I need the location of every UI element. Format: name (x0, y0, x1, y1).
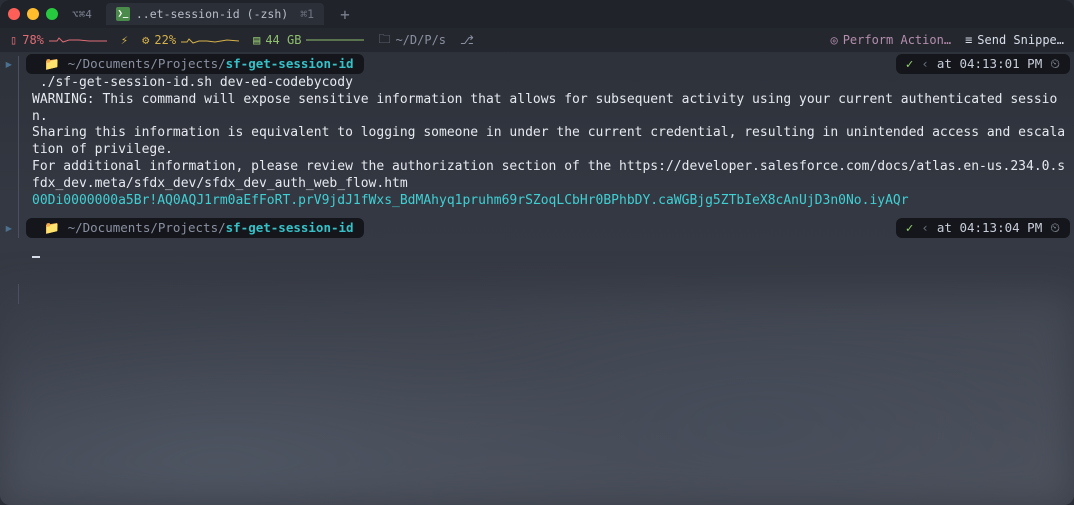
battery-icon: ▯ (10, 33, 17, 47)
battery-pct: 78% (22, 33, 44, 47)
prompt-row: ▸ 📁 ~/Documents/Projects/sf-get-session-… (4, 54, 1070, 75)
cpu-icon: ⚙ (142, 33, 149, 47)
terminal-line: ./sf-get-session-id.sh dev-ed-codebycody (4, 75, 1070, 92)
ram-sparkline-icon (306, 35, 364, 45)
folder-icon: 📁 (44, 56, 60, 72)
cpu-pct: 22% (154, 33, 176, 47)
command-text: ./sf-get-session-id.sh dev-ed-codebycody (40, 75, 353, 90)
clock-icon: ⏲ (1050, 56, 1060, 72)
ram-icon: ▤ (253, 33, 260, 47)
check-icon: ✓ (906, 56, 914, 72)
time-pill: ✓ ‹ at 04:13:04 PM ⏲ (896, 218, 1070, 238)
folder-icon: 📁 (44, 220, 60, 236)
perform-action-button[interactable]: ◎ Perform Action… (830, 33, 951, 47)
session-token: 00Di0000000a5Br!AQ0AQJ1rm0aEfFoRT.prV9jd… (4, 193, 1070, 210)
cpu-segment: ⚙ 22% (142, 33, 239, 47)
prompt-row: ▸ 📁 ~/Documents/Projects/sf-get-session-… (4, 218, 1070, 239)
perform-action-label: Perform Action… (843, 33, 951, 47)
caret-left-icon: ‹ (921, 220, 929, 236)
terminal-line: Sharing this information is equivalent t… (4, 125, 1070, 159)
git-branch-icon: ⎇ (460, 33, 474, 47)
prompt-pill: 📁 ~/Documents/Projects/sf-get-session-id (26, 218, 364, 238)
chevron-right-icon: ▸ (4, 218, 26, 239)
add-tab-button[interactable]: + (332, 5, 358, 24)
send-snippet-label: Send Snippe… (977, 33, 1064, 47)
tab-title: ..et-session-id (-zsh) (136, 7, 288, 21)
titlebar: ⌥⌘4 ❯_ ..et-session-id (-zsh) ⌘1 + (0, 0, 1074, 28)
minimize-icon[interactable] (27, 8, 39, 20)
background-image (0, 292, 1074, 505)
prompt-path-prefix: ~/Documents/Projects/ (68, 220, 226, 235)
prompt-time: 04:13:01 PM (959, 56, 1042, 71)
prompt-path-leaf: sf-get-session-id (226, 56, 354, 71)
battery-sparkline-icon (49, 35, 107, 45)
prompt-path-leaf: sf-get-session-id (226, 220, 354, 235)
bolt-icon: ⚡ (121, 33, 128, 47)
folder-icon: 🗀 (378, 30, 390, 51)
send-snippet-button[interactable]: ≡ Send Snippe… (965, 33, 1064, 47)
block-indent-bar (18, 56, 19, 238)
time-prefix: at (937, 220, 952, 235)
tab-session[interactable]: ❯_ ..et-session-id (-zsh) ⌘1 (106, 3, 324, 25)
target-icon: ◎ (830, 33, 837, 47)
tab-shortcut: ⌘1 (300, 7, 314, 21)
caret-left-icon: ‹ (921, 56, 929, 72)
zoom-icon[interactable] (46, 8, 58, 20)
traffic-lights (8, 8, 58, 20)
check-icon: ✓ (906, 220, 914, 236)
menu-icon: ≡ (965, 33, 972, 47)
statusbar: ▯ 78% ⚡ ⚙ 22% ▤ 44 GB 🗀 ~/D/P/s ⎇ ◎ Perf… (0, 28, 1074, 52)
time-pill: ✓ ‹ at 04:13:01 PM ⏲ (896, 54, 1070, 74)
ram-segment: ▤ 44 GB (253, 33, 364, 47)
prompt-time: 04:13:04 PM (959, 220, 1042, 235)
time-prefix: at (937, 56, 952, 71)
terminal-window: ⌥⌘4 ❯_ ..et-session-id (-zsh) ⌘1 + ▯ 78%… (0, 0, 1074, 505)
block-indent-bar (18, 284, 19, 304)
cwd-path: ~/D/P/s (395, 33, 446, 47)
terminal-line: WARNING: This command will expose sensit… (4, 92, 1070, 126)
prompt-pill: 📁 ~/Documents/Projects/sf-get-session-id (26, 54, 364, 74)
text-cursor-icon (32, 256, 40, 258)
terminal-line: For additional information, please revie… (4, 159, 1070, 193)
prompt-path-prefix: ~/Documents/Projects/ (68, 56, 226, 71)
cursor-row[interactable] (4, 241, 1070, 258)
cwd-segment: 🗀 ~/D/P/s (378, 30, 446, 51)
ram-text: 44 GB (265, 33, 301, 47)
battery-segment: ▯ 78% (10, 33, 107, 47)
close-icon[interactable] (8, 8, 20, 20)
chevron-right-icon: ▸ (4, 54, 26, 75)
clock-icon: ⏲ (1050, 220, 1060, 236)
tab-hint-shortcut: ⌥⌘4 (66, 8, 98, 21)
terminal-tab-icon: ❯_ (116, 7, 130, 21)
terminal-body[interactable]: ▸ 📁 ~/Documents/Projects/sf-get-session-… (0, 52, 1074, 505)
cpu-sparkline-icon (181, 35, 239, 45)
